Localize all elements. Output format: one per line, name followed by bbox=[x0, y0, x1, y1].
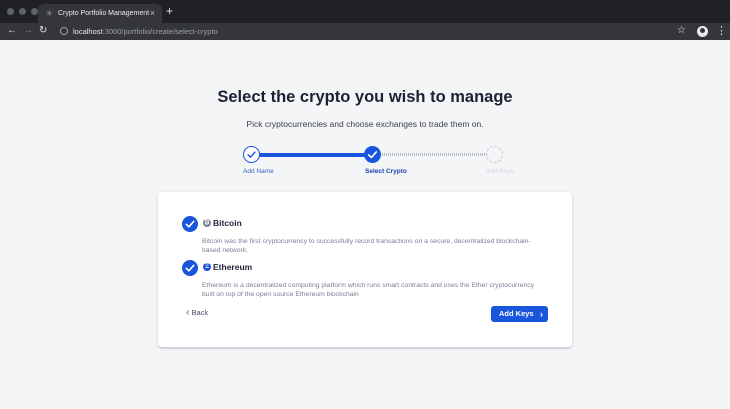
maximize-window-icon[interactable] bbox=[31, 8, 38, 15]
add-keys-button[interactable]: Add Keys › bbox=[491, 306, 548, 322]
step-label-select-crypto: Select Crypto bbox=[365, 168, 407, 175]
bookmark-star-icon[interactable]: ☆ bbox=[677, 24, 686, 38]
browser-menu-icon[interactable]: ⋮ bbox=[716, 24, 727, 38]
progress-stepper: Add Name Select Crypto Add Keys bbox=[220, 140, 520, 180]
minimize-window-icon[interactable] bbox=[19, 8, 26, 15]
add-keys-button-label: Add Keys bbox=[499, 309, 534, 318]
bitcoin-icon: ₿ bbox=[203, 219, 211, 227]
profile-avatar-icon[interactable] bbox=[697, 26, 708, 37]
stepper-line-completed bbox=[251, 153, 373, 157]
back-arrow-icon[interactable]: ← bbox=[7, 25, 17, 37]
tab-close-icon[interactable]: × bbox=[150, 8, 155, 18]
step-label-add-name: Add Name bbox=[243, 168, 274, 175]
new-tab-button[interactable]: + bbox=[166, 5, 173, 17]
address-bar[interactable]: localhost:3000/portfolio/create/select-c… bbox=[56, 24, 692, 39]
browser-titlebar: ✳ Crypto Portfolio Management × + bbox=[0, 0, 730, 23]
bitcoin-checkbox[interactable] bbox=[182, 216, 198, 232]
chevron-left-icon: ‹ bbox=[186, 307, 190, 318]
page-subtitle: Pick cryptocurrencies and choose exchang… bbox=[246, 119, 484, 129]
step-3-pending-icon bbox=[486, 146, 503, 163]
site-info-icon[interactable] bbox=[60, 27, 68, 35]
browser-toolbar: ← → ↻ localhost:3000/portfolio/create/se… bbox=[0, 23, 730, 40]
url-path: :3000/portfolio/create/select-crypto bbox=[102, 27, 218, 36]
crypto-description-bitcoin: Bitcoin was the first cryptocurrency to … bbox=[202, 238, 531, 254]
crypto-description-ethereum: Ethereum is a decentralized computing pl… bbox=[202, 282, 535, 298]
back-button[interactable]: ‹ Back bbox=[186, 308, 208, 318]
back-button-label: Back bbox=[191, 308, 209, 317]
step-1-check-icon bbox=[243, 146, 260, 163]
stepper-line-pending bbox=[372, 153, 494, 156]
tab-title: Crypto Portfolio Management bbox=[58, 10, 150, 17]
close-window-icon[interactable] bbox=[7, 8, 14, 15]
ethereum-checkbox[interactable] bbox=[182, 260, 198, 276]
crypto-name-ethereum: Ethereum bbox=[213, 262, 253, 272]
page-title: Select the crypto you wish to manage bbox=[217, 88, 513, 106]
crypto-name-bitcoin: Bitcoin bbox=[213, 218, 242, 228]
tab-favicon-icon: ✳ bbox=[46, 9, 53, 18]
url-host: localhost bbox=[73, 27, 103, 36]
reload-icon[interactable]: ↻ bbox=[39, 25, 47, 37]
step-label-add-keys: Add Keys bbox=[486, 168, 514, 175]
browser-tab[interactable]: ✳ Crypto Portfolio Management × bbox=[38, 4, 162, 23]
crypto-selection-card: ₿ Bitcoin Bitcoin was the first cryptocu… bbox=[158, 192, 572, 347]
forward-arrow-icon[interactable]: → bbox=[23, 25, 33, 37]
chevron-right-icon: › bbox=[540, 309, 543, 319]
ethereum-icon: Ξ bbox=[203, 263, 211, 271]
url-text: localhost:3000/portfolio/create/select-c… bbox=[73, 27, 218, 36]
step-2-check-icon bbox=[364, 146, 381, 163]
